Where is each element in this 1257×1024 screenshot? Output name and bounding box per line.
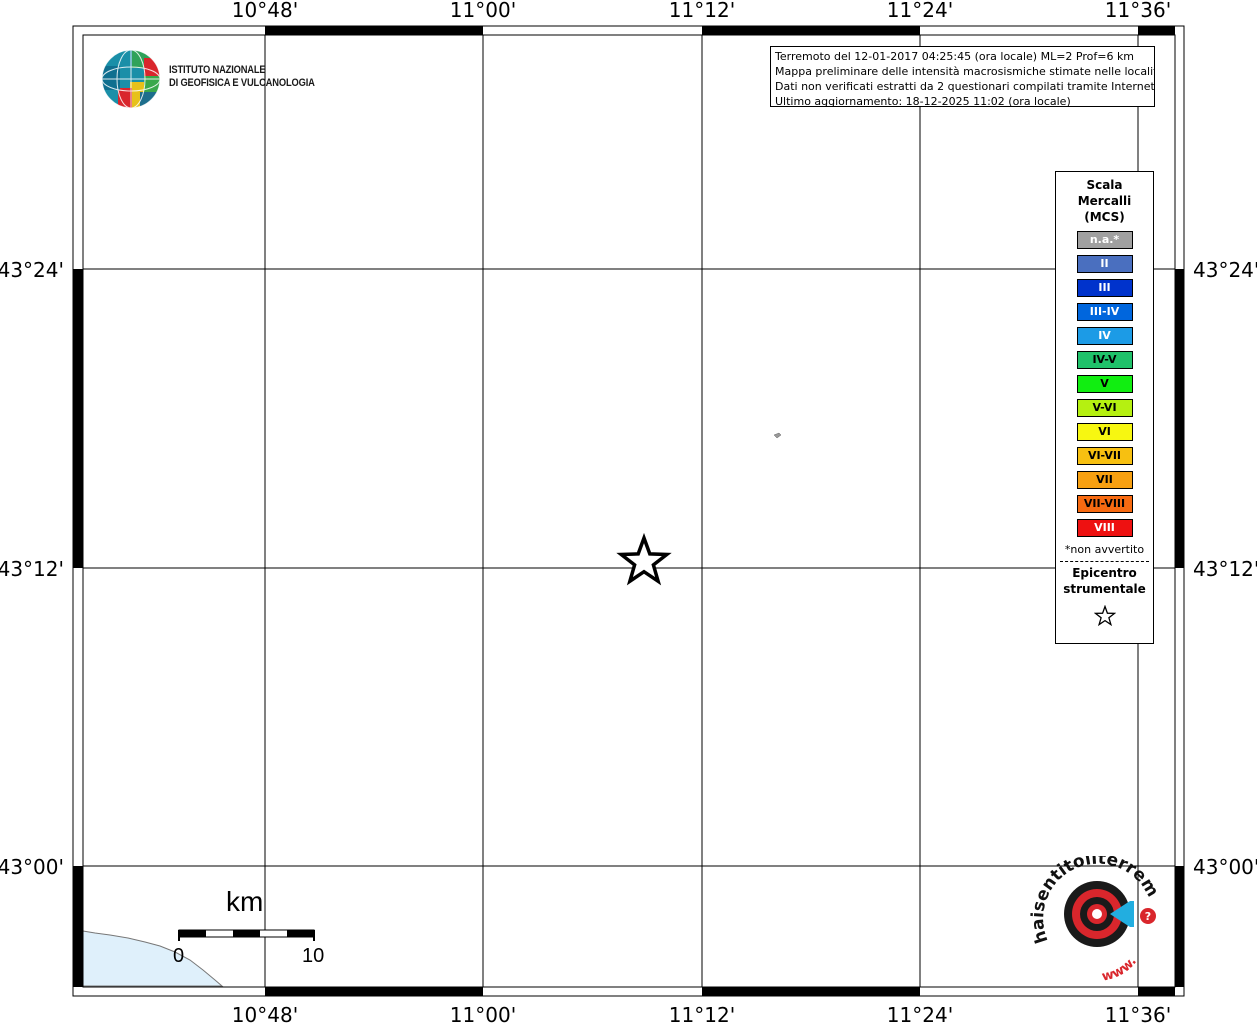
event-info-line: Dati non verificati estratti da 2 questi…	[775, 80, 1155, 93]
island	[773, 432, 782, 439]
epicenter-star-icon[interactable]	[616, 532, 672, 586]
scale-min-label: 0	[173, 945, 185, 967]
ingv-name: ISTITUTO NAZIONALE DI GEOFISICA E VULCAN…	[169, 64, 315, 89]
lon-label-bottom: 11°00'	[450, 1003, 516, 1024]
legend-swatch: VII-VIII	[1076, 495, 1133, 513]
frame-segment	[1175, 269, 1184, 568]
scale-max-label: 10	[302, 945, 325, 967]
frame-segment	[1175, 866, 1184, 987]
frame-segment	[1138, 987, 1175, 996]
frame-segment	[702, 26, 920, 35]
legend-swatch: III	[1076, 279, 1133, 297]
map-outer-frame	[72, 25, 1185, 997]
lon-label-bottom: 11°12'	[669, 1003, 735, 1024]
lat-label-left: 43°12'	[0, 557, 64, 581]
event-info-box: Terremoto del 12-01-2017 04:25:45 (ora l…	[770, 46, 1155, 107]
lat-label-right: 43°24'	[1193, 258, 1257, 282]
scale-unit: km	[226, 886, 264, 917]
legend-swatch: V	[1076, 375, 1133, 393]
lon-label-bottom: 11°36'	[1105, 1003, 1171, 1024]
legend-title: Scala Mercalli (MCS)	[1077, 178, 1132, 224]
ingv-logo: ISTITUTO NAZIONALE DI GEOFISICA E VULCAN…	[100, 48, 320, 110]
legend-swatch: VII	[1076, 471, 1133, 489]
lon-label-top: 11°36'	[1105, 0, 1171, 22]
legend-swatch: II	[1076, 255, 1133, 273]
lon-label-top: 11°12'	[669, 0, 735, 22]
legend-epicenter-label: Epicentro strumentale	[1063, 566, 1146, 596]
event-info-line: Mappa preliminare delle intensità macros…	[775, 65, 1155, 78]
sea-area	[82, 930, 224, 987]
frame-segment	[265, 987, 483, 996]
frame-segment	[702, 987, 920, 996]
frame-segment	[73, 866, 83, 987]
lat-label-left: 43°24'	[0, 258, 64, 282]
lon-label-top: 11°00'	[450, 0, 516, 22]
legend-swatch: VIII	[1076, 519, 1133, 537]
globe-icon	[101, 49, 161, 109]
legend-swatch: IV-V	[1076, 351, 1133, 369]
haisentito-logo[interactable]: haisentitoilterremoto.it www. ?	[1024, 841, 1170, 985]
lon-label-bottom: 11°24'	[887, 1003, 953, 1024]
legend-swatch: n.a.*	[1076, 231, 1133, 249]
legend-swatch: III-IV	[1076, 303, 1133, 321]
svg-text:www.: www.	[1100, 954, 1139, 981]
map-inner-frame	[82, 34, 1176, 988]
legend-star-icon	[1056, 604, 1153, 631]
legend-separator	[1060, 561, 1149, 562]
lat-label-right: 43°12'	[1193, 557, 1257, 581]
svg-text:?: ?	[1145, 910, 1151, 923]
legend-swatch: V-VI	[1076, 399, 1133, 417]
frame-segment	[73, 269, 83, 568]
scale-bar	[178, 929, 315, 941]
lat-label-right: 43°00'	[1193, 855, 1257, 879]
event-info-line: Terremoto del 12-01-2017 04:25:45 (ora l…	[775, 50, 1135, 63]
intensity-legend: Scala Mercalli (MCS) n.a.* II III III-IV IV I…	[1055, 171, 1154, 644]
lon-label-top: 10°48'	[232, 0, 298, 22]
frame-segment	[1138, 26, 1175, 35]
legend-swatch: VI-VII	[1076, 447, 1133, 465]
lon-label-top: 11°24'	[887, 0, 953, 22]
lat-label-left: 43°00'	[0, 855, 64, 879]
lon-label-bottom: 10°48'	[232, 1003, 298, 1024]
legend-swatch: VI	[1076, 423, 1133, 441]
legend-note: *non avvertito	[1064, 543, 1145, 556]
frame-segment	[265, 26, 483, 35]
legend-items: n.a.* II III III-IV IV IV-V V V-VI VI VI-VII VII VI…	[1056, 231, 1153, 537]
event-info-line: Ultimo aggiornamento: 18-12-2025 11:02 (…	[775, 95, 1071, 107]
legend-swatch: IV	[1076, 327, 1133, 345]
